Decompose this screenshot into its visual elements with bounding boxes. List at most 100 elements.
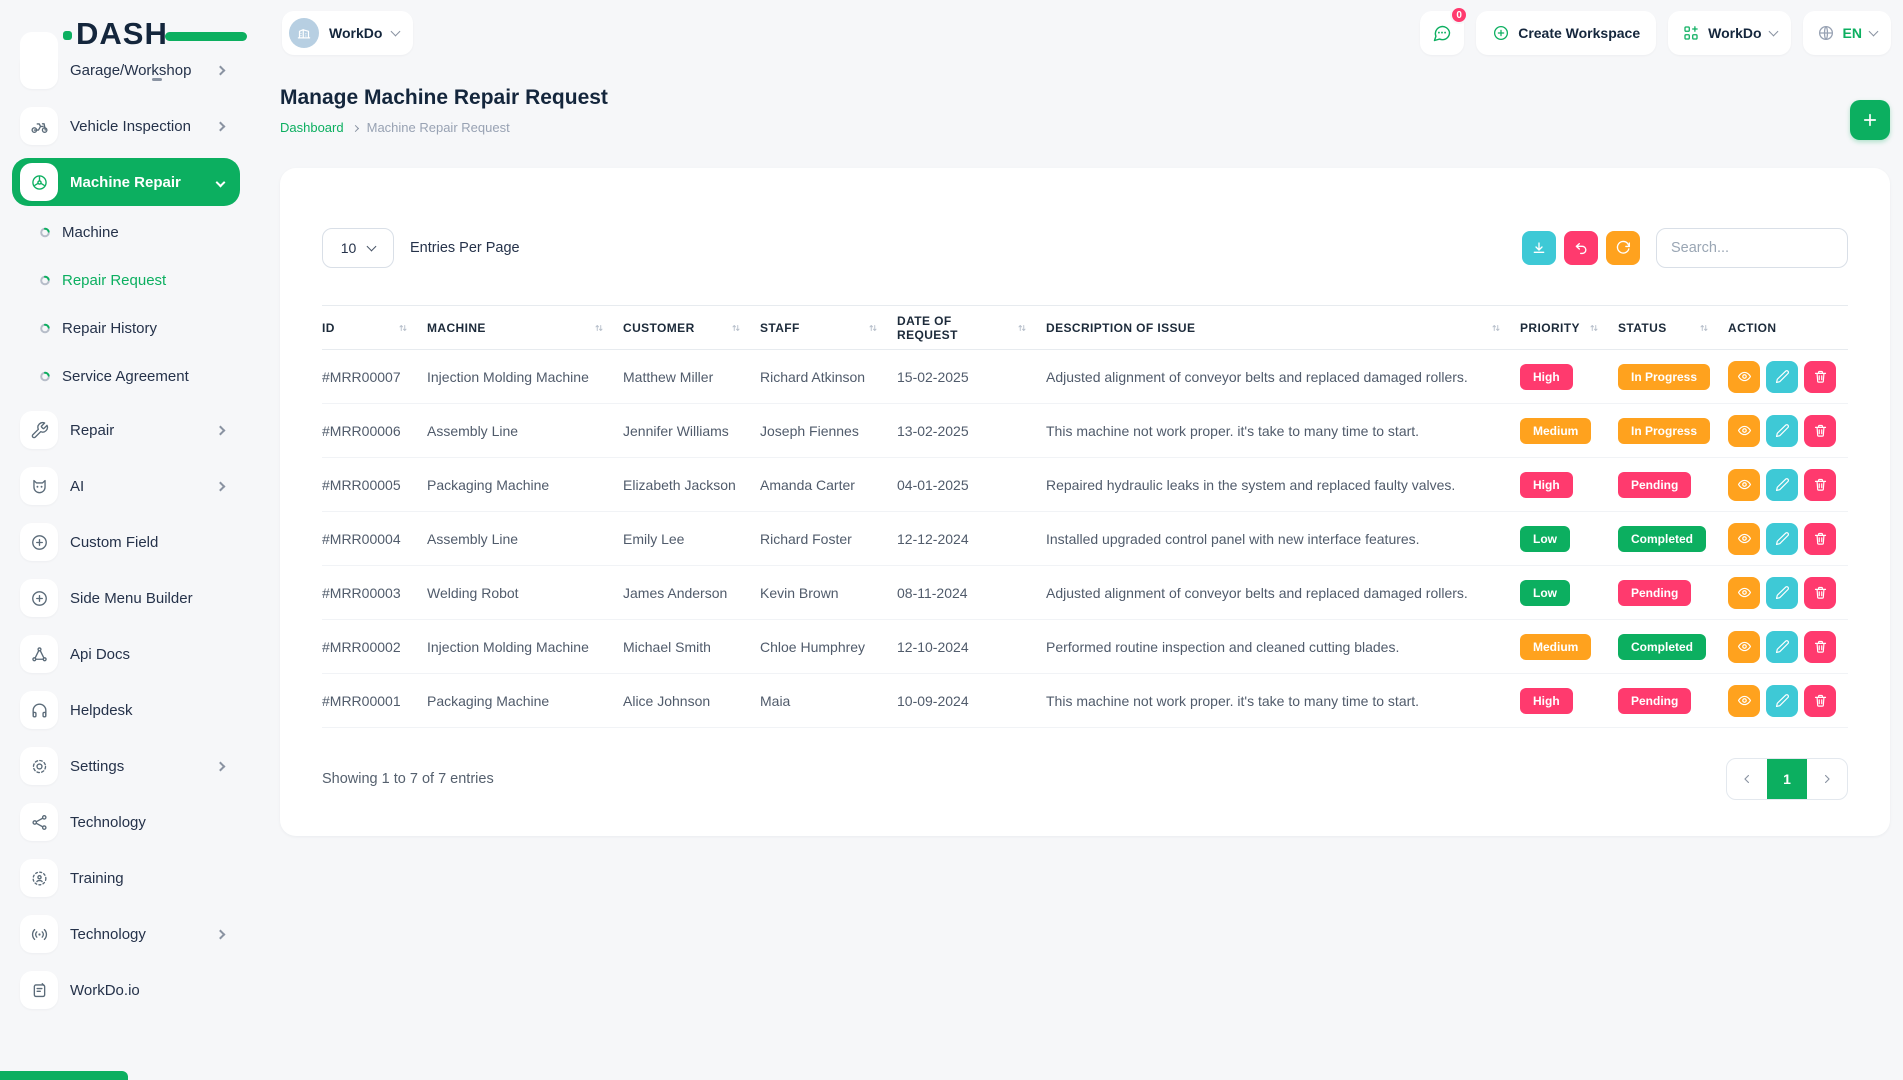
cell-id: #MRR00004 [322, 512, 427, 566]
eye-icon [1737, 477, 1752, 492]
current-page-button[interactable]: 1 [1767, 759, 1807, 799]
search-input[interactable] [1656, 228, 1848, 268]
pencil-icon [1775, 585, 1790, 600]
edit-button[interactable] [1766, 361, 1798, 393]
breadcrumb-dashboard-link[interactable]: Dashboard [280, 120, 344, 135]
cell-date: 08-11-2024 [897, 566, 1046, 620]
pencil-icon [1775, 423, 1790, 438]
delete-button[interactable] [1804, 685, 1836, 717]
pencil-icon [1775, 369, 1790, 384]
logo[interactable]: DASH [63, 15, 168, 53]
branch-icon [30, 813, 49, 832]
column-header-id[interactable]: ID [322, 306, 427, 350]
view-button[interactable] [1728, 577, 1760, 609]
sort-icon [1698, 322, 1710, 334]
headphones-icon [30, 701, 49, 720]
gear-icon [30, 757, 49, 776]
edit-button[interactable] [1766, 685, 1798, 717]
column-header-machine[interactable]: MACHINE [427, 306, 623, 350]
view-button[interactable] [1728, 685, 1760, 717]
cell-machine: Assembly Line [427, 404, 623, 458]
sidebar-item[interactable]: Vehicle Inspection [12, 102, 240, 150]
edit-button[interactable] [1766, 631, 1798, 663]
sidebar-item[interactable]: Technology [12, 798, 240, 846]
pencil-icon [1775, 531, 1790, 546]
refresh-button[interactable] [1606, 231, 1640, 265]
sidebar-item-icon-box [20, 747, 58, 785]
workspace-selector[interactable]: WorkDo [282, 11, 413, 55]
column-header-customer[interactable]: CUSTOMER [623, 306, 760, 350]
cell-staff: Chloe Humphrey [760, 620, 897, 674]
sidebar-item[interactable]: Technology [12, 910, 240, 958]
sidebar-item[interactable]: Repair Request [12, 262, 240, 298]
status-badge: Pending [1618, 472, 1691, 498]
sidebar-item-label: Settings [70, 758, 124, 775]
export-button[interactable] [1522, 231, 1556, 265]
reset-button[interactable] [1564, 231, 1598, 265]
logo-dot [63, 31, 72, 40]
sidebar-item[interactable]: Machine [12, 214, 240, 250]
sidebar-item[interactable]: WorkDo.io [12, 966, 240, 1014]
column-header-status[interactable]: STATUS [1618, 306, 1728, 350]
view-button[interactable] [1728, 631, 1760, 663]
column-header-staff[interactable]: STAFF [760, 306, 897, 350]
view-button[interactable] [1728, 361, 1760, 393]
sidebar-item[interactable]: Api Docs [12, 630, 240, 678]
column-header-date[interactable]: DATE OF REQUEST [897, 306, 1046, 350]
edit-button[interactable] [1766, 469, 1798, 501]
cell-machine: Packaging Machine [427, 674, 623, 728]
cell-date: 12-10-2024 [897, 620, 1046, 674]
column-header-priority[interactable]: PRIORITY [1520, 306, 1618, 350]
sidebar-item-icon-box [20, 635, 58, 673]
sidebar-item[interactable]: Service Agreement [12, 358, 240, 394]
cell-id: #MRR00006 [322, 404, 427, 458]
sidebar-item-icon-box [20, 971, 58, 1009]
sidebar-item[interactable]: Training [12, 854, 240, 902]
sidebar-item[interactable]: Machine Repair [12, 158, 240, 206]
donut-icon [38, 319, 52, 338]
plus-circle-icon [1492, 24, 1510, 42]
cell-date: 10-09-2024 [897, 674, 1046, 728]
delete-button[interactable] [1804, 631, 1836, 663]
sidebar-item[interactable]: Repair [12, 406, 240, 454]
delete-button[interactable] [1804, 523, 1836, 555]
create-workspace-button[interactable]: Create Workspace [1476, 11, 1656, 55]
sidebar-item[interactable]: Helpdesk [12, 686, 240, 734]
training-icon [30, 869, 49, 888]
view-button[interactable] [1728, 469, 1760, 501]
delete-button[interactable] [1804, 577, 1836, 609]
apps-dropdown[interactable]: WorkDo [1668, 11, 1790, 55]
priority-badge: High [1520, 472, 1573, 498]
delete-button[interactable] [1804, 415, 1836, 447]
edit-button[interactable] [1766, 523, 1798, 555]
sidebar-item[interactable]: Custom Field [12, 518, 240, 566]
cell-staff: Kevin Brown [760, 566, 897, 620]
edit-button[interactable] [1766, 415, 1798, 447]
messages-button[interactable]: 0 [1420, 11, 1464, 55]
chevron-right-icon [1820, 772, 1834, 786]
sort-icon [730, 322, 742, 334]
chevron-down-icon [391, 27, 401, 37]
cell-machine: Injection Molding Machine [427, 620, 623, 674]
table-row: #MRR00001 Packaging Machine Alice Johnso… [322, 674, 1848, 728]
view-button[interactable] [1728, 415, 1760, 447]
broadcast-icon [30, 925, 49, 944]
entries-per-page-select[interactable]: 10 [322, 228, 394, 268]
next-page-button[interactable] [1807, 759, 1847, 799]
previous-page-button[interactable] [1727, 759, 1767, 799]
sidebar-item[interactable]: AI [12, 462, 240, 510]
add-request-button[interactable] [1850, 100, 1890, 140]
sidebar-item[interactable]: Side Menu Builder [12, 574, 240, 622]
sidebar-item[interactable]: Repair History [12, 310, 240, 346]
delete-button[interactable] [1804, 469, 1836, 501]
sidebar-item-partial[interactable] [20, 32, 58, 84]
delete-button[interactable] [1804, 361, 1836, 393]
language-dropdown[interactable]: EN [1803, 11, 1891, 55]
main-content: Manage Machine Repair Request Dashboard … [252, 0, 1903, 836]
sidebar-item[interactable]: Settings [12, 742, 240, 790]
column-header-description[interactable]: DESCRIPTION OF ISSUE [1046, 306, 1520, 350]
edit-button[interactable] [1766, 577, 1798, 609]
cell-id: #MRR00003 [322, 566, 427, 620]
download-icon [1531, 240, 1547, 256]
view-button[interactable] [1728, 523, 1760, 555]
